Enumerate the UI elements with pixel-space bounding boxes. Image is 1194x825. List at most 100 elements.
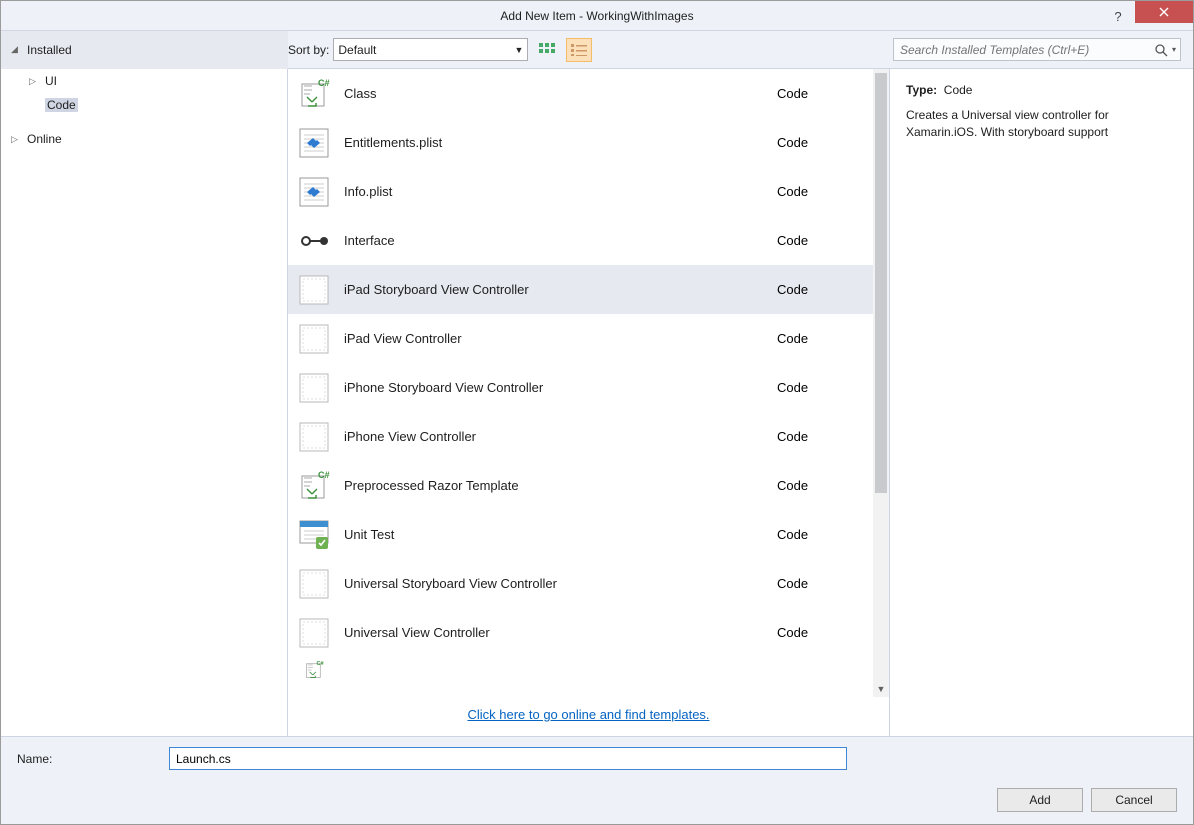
template-name: Entitlements.plist bbox=[344, 135, 777, 150]
detail-type-value: Code bbox=[944, 83, 973, 97]
template-category: Code bbox=[777, 625, 857, 640]
sortby-value: Default bbox=[338, 43, 376, 57]
sidebar-item-installed[interactable]: ◢ Installed bbox=[1, 31, 288, 69]
template-item[interactable]: Info.plistCode bbox=[288, 167, 873, 216]
scroll-down-icon[interactable]: ▼ bbox=[873, 681, 889, 697]
close-button[interactable] bbox=[1135, 1, 1193, 23]
template-name: Universal View Controller bbox=[344, 625, 777, 640]
online-link-row: Click here to go online and find templat… bbox=[288, 697, 889, 736]
scroll-thumb[interactable] bbox=[875, 73, 887, 493]
collapse-icon: ◢ bbox=[11, 44, 23, 55]
sidebar-item-code[interactable]: Code bbox=[1, 93, 287, 117]
template-icon bbox=[298, 519, 330, 551]
template-item[interactable]: InterfaceCode bbox=[288, 216, 873, 265]
sortby-label: Sort by: bbox=[288, 43, 329, 57]
template-item[interactable]: ClassCode bbox=[288, 69, 873, 118]
template-item[interactable]: Entitlements.plistCode bbox=[288, 118, 873, 167]
template-item[interactable]: iPad Storyboard View ControllerCode bbox=[288, 265, 873, 314]
template-category: Code bbox=[777, 86, 857, 101]
template-icon bbox=[298, 617, 330, 649]
template-icon bbox=[298, 372, 330, 404]
template-category: Code bbox=[777, 380, 857, 395]
scrollbar[interactable]: ▲ ▼ bbox=[873, 69, 889, 697]
template-category: Code bbox=[777, 331, 857, 346]
list-icon bbox=[571, 44, 587, 56]
template-list[interactable]: ClassCodeEntitlements.plistCodeInfo.plis… bbox=[288, 69, 873, 697]
add-button[interactable]: Add bbox=[997, 788, 1083, 812]
template-name: iPhone View Controller bbox=[344, 429, 777, 444]
template-category: Code bbox=[777, 184, 857, 199]
template-category: Code bbox=[777, 576, 857, 591]
chevron-down-icon: ▼ bbox=[514, 45, 523, 55]
template-item[interactable]: iPhone View ControllerCode bbox=[288, 412, 873, 461]
template-item[interactable]: Universal View ControllerCode bbox=[288, 608, 873, 657]
template-name: iPad Storyboard View Controller bbox=[344, 282, 777, 297]
template-name: iPad View Controller bbox=[344, 331, 777, 346]
sidebar: ▷ UI Code ▷ Online bbox=[1, 69, 288, 736]
help-button[interactable]: ? bbox=[1101, 1, 1135, 31]
template-category: Code bbox=[777, 478, 857, 493]
view-medium-icons-button[interactable] bbox=[534, 38, 560, 62]
detail-description: Creates a Universal view controller for … bbox=[906, 107, 1177, 142]
sortby-dropdown[interactable]: Default ▼ bbox=[333, 38, 528, 61]
view-small-icons-button[interactable] bbox=[566, 38, 592, 62]
name-label: Name: bbox=[17, 752, 169, 766]
cancel-button[interactable]: Cancel bbox=[1091, 788, 1177, 812]
template-item[interactable]: Unit TestCode bbox=[288, 510, 873, 559]
template-name: Unit Test bbox=[344, 527, 777, 542]
template-icon bbox=[298, 470, 330, 502]
body-area: ▷ UI Code ▷ Online ClassCodeEntitlements… bbox=[1, 69, 1193, 736]
template-category: Code bbox=[777, 282, 857, 297]
detail-pane: Type: Code Creates a Universal view cont… bbox=[889, 69, 1193, 736]
template-item[interactable]: Universal Storyboard View ControllerCode bbox=[288, 559, 873, 608]
template-name: Preprocessed Razor Template bbox=[344, 478, 777, 493]
template-name: iPhone Storyboard View Controller bbox=[344, 380, 777, 395]
sidebar-ui-label: UI bbox=[45, 74, 57, 88]
sidebar-online-label: Online bbox=[27, 132, 62, 146]
bottom-bar: Name: Add Cancel bbox=[1, 736, 1193, 824]
expand-icon: ▷ bbox=[29, 76, 41, 87]
center-pane: ClassCodeEntitlements.plistCodeInfo.plis… bbox=[288, 69, 889, 736]
expand-icon: ▷ bbox=[11, 134, 23, 145]
template-icon bbox=[298, 78, 330, 110]
template-category: Code bbox=[777, 233, 857, 248]
titlebar: Add New Item - WorkingWithImages ? bbox=[1, 1, 1193, 31]
template-name: Universal Storyboard View Controller bbox=[344, 576, 777, 591]
find-templates-online-link[interactable]: Click here to go online and find templat… bbox=[467, 707, 709, 722]
template-name: Interface bbox=[344, 233, 777, 248]
template-item[interactable]: Preprocessed Razor TemplateCode bbox=[288, 461, 873, 510]
template-icon bbox=[298, 225, 330, 257]
name-input[interactable] bbox=[169, 747, 847, 770]
template-item[interactable]: iPad View ControllerCode bbox=[288, 314, 873, 363]
template-icon bbox=[298, 654, 330, 686]
grid-icon bbox=[539, 43, 555, 57]
search-icon[interactable] bbox=[1154, 43, 1170, 57]
template-category: Code bbox=[777, 527, 857, 542]
toolbar-left-gap: ◢ Installed bbox=[1, 31, 288, 69]
sidebar-installed-label: Installed bbox=[27, 43, 72, 57]
search-dropdown-icon[interactable]: ▾ bbox=[1172, 45, 1176, 54]
template-icon bbox=[298, 176, 330, 208]
template-icon bbox=[298, 421, 330, 453]
sidebar-item-online[interactable]: ▷ Online bbox=[1, 127, 287, 151]
template-category: Code bbox=[777, 135, 857, 150]
template-item[interactable]: iPhone Storyboard View ControllerCode bbox=[288, 363, 873, 412]
sidebar-code-label: Code bbox=[45, 98, 78, 112]
window-title: Add New Item - WorkingWithImages bbox=[1, 9, 1193, 23]
template-icon bbox=[298, 274, 330, 306]
template-icon bbox=[298, 323, 330, 355]
search-input[interactable] bbox=[898, 42, 1154, 58]
template-item-partial[interactable] bbox=[288, 657, 873, 683]
close-icon bbox=[1159, 7, 1169, 17]
name-row: Name: bbox=[17, 747, 1177, 770]
template-icon bbox=[298, 127, 330, 159]
detail-type-label: Type: bbox=[906, 83, 937, 97]
search-box[interactable]: ▾ bbox=[893, 38, 1181, 61]
template-list-container: ClassCodeEntitlements.plistCodeInfo.plis… bbox=[288, 69, 889, 697]
template-name: Info.plist bbox=[344, 184, 777, 199]
template-icon bbox=[298, 568, 330, 600]
toolbar: ◢ Installed Sort by: Default ▼ ▾ bbox=[1, 31, 1193, 69]
template-name: Class bbox=[344, 86, 777, 101]
sidebar-item-ui[interactable]: ▷ UI bbox=[1, 69, 287, 93]
template-category: Code bbox=[777, 429, 857, 444]
